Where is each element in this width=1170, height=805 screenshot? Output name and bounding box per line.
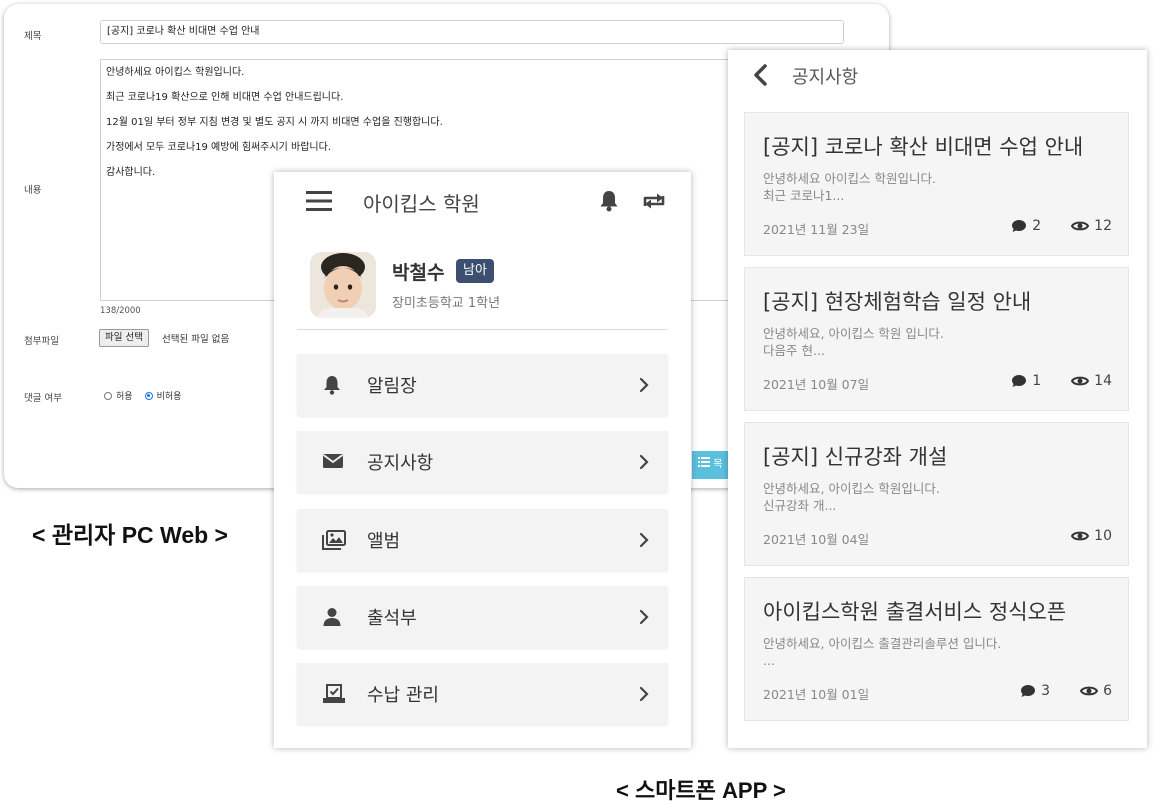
back-arrow-icon[interactable] (751, 63, 769, 87)
chevron-right-icon (639, 686, 649, 702)
app-main-screen: 아이킵스 학원 박철수 남아 장미초등학교 1학년 알림장 공지사항 앨범 출석… (274, 172, 691, 748)
chevron-right-icon (639, 609, 649, 625)
switch-arrows-icon[interactable] (641, 191, 667, 211)
bell-icon (322, 375, 342, 395)
notice-card[interactable]: [공지] 현장체험학습 일정 안내 안녕하세요, 아이킵스 학원 입니다. 다음… (744, 267, 1129, 411)
notice-card[interactable]: [공지] 신규강좌 개설 안녕하세요, 아이킵스 학원입니다. 신규강좌 개..… (744, 422, 1129, 566)
radio-allow-label: 허용 (116, 392, 133, 402)
comment-label: 댓글 여부 (24, 393, 62, 404)
notice-stats: 3 6 (1020, 683, 1112, 699)
view-count: 10 (1094, 528, 1112, 544)
notice-date: 2021년 10월 04일 (763, 532, 870, 547)
eye-icon (1079, 685, 1099, 697)
menu-item-album[interactable]: 앨범 (297, 509, 668, 571)
caption-app: < 스마트폰 APP > (616, 778, 786, 803)
notice-title: 아이킵스학원 출결서비스 정식오픈 (763, 600, 1067, 624)
eye-icon (1071, 375, 1090, 387)
envelope-icon (322, 452, 344, 470)
caption-admin: < 관리자 PC Web > (32, 522, 228, 548)
file-status: 선택된 파일 없음 (162, 334, 230, 345)
comment-radio-group: 허용 비허용 (104, 389, 181, 402)
student-name: 박철수 (392, 262, 445, 284)
profile-divider (297, 329, 668, 330)
student-school: 장미초등학교 1학년 (392, 296, 501, 311)
payment-icon (322, 684, 346, 704)
view-count: 6 (1103, 683, 1112, 699)
notice-stats: 1 14 (1011, 373, 1112, 389)
notice-title: [공지] 현장체험학습 일정 안내 (763, 290, 1032, 314)
chevron-right-icon (639, 532, 649, 548)
app-topbar: 아이킵스 학원 (274, 172, 691, 230)
chevron-right-icon (639, 454, 649, 470)
comment-icon (1011, 219, 1027, 233)
radio-disallow-label: 비허용 (156, 392, 182, 402)
notice-screen-title: 공지사항 (792, 67, 859, 88)
menu-item-payment[interactable]: 수납 관리 (297, 663, 668, 725)
menu-item-announcements[interactable]: 공지사항 (297, 431, 668, 493)
hamburger-menu-icon[interactable] (306, 190, 332, 212)
title-input[interactable]: [공지] 코로나 확산 비대면 수업 안내 (100, 20, 844, 44)
notice-excerpt: 안녕하세요, 아이킵스 출결관리솔루션 입니다. ... (763, 636, 1002, 668)
notice-screen: 공지사항 [공지] 코로나 확산 비대면 수업 안내 안녕하세요 아이킵스 학원… (728, 50, 1147, 748)
attachment-label: 첨부파일 (24, 336, 59, 347)
view-count: 14 (1094, 373, 1112, 389)
menu-item-label: 출석부 (367, 608, 417, 629)
radio-allow[interactable] (104, 391, 112, 400)
notice-title: [공지] 코로나 확산 비대면 수업 안내 (763, 135, 1084, 159)
menu-item-label: 알림장 (367, 376, 417, 397)
title-label: 제목 (24, 31, 42, 42)
menu-item-label: 공지사항 (367, 453, 434, 474)
notice-date: 2021년 10월 01일 (763, 687, 870, 702)
comment-count: 2 (1032, 218, 1042, 234)
notification-bell-icon[interactable] (599, 190, 619, 212)
chevron-right-icon (639, 377, 649, 393)
album-icon (322, 530, 346, 550)
menu-item-attendance[interactable]: 출석부 (297, 586, 668, 648)
eye-icon (1071, 220, 1090, 232)
list-icon (698, 457, 710, 467)
notice-excerpt: 안녕하세요, 아이킵스 학원 입니다. 다음주 현... (763, 326, 944, 358)
comment-count: 3 (1041, 683, 1051, 699)
comment-icon (1011, 374, 1027, 388)
content-label: 내용 (24, 185, 42, 196)
notice-stats: 10 (1071, 528, 1112, 544)
notice-title: [공지] 신규강좌 개설 (763, 445, 948, 469)
char-counter: 138/2000 (100, 306, 141, 316)
menu-item-label: 앨범 (367, 531, 401, 552)
notice-card[interactable]: [공지] 코로나 확산 비대면 수업 안내 안녕하세요 아이킵스 학원입니다. … (744, 112, 1129, 256)
notice-card[interactable]: 아이킵스학원 출결서비스 정식오픈 안녕하세요, 아이킵스 출결관리솔루션 입니… (744, 577, 1129, 721)
menu-item-notice-board[interactable]: 알림장 (297, 354, 668, 416)
comment-count: 1 (1032, 373, 1042, 389)
notice-stats: 2 12 (1011, 218, 1112, 234)
notice-date: 2021년 11월 23일 (763, 222, 870, 237)
radio-disallow[interactable] (144, 391, 153, 400)
notice-date: 2021년 10월 07일 (763, 377, 870, 392)
student-avatar (310, 252, 376, 318)
eye-icon (1071, 530, 1090, 542)
list-button-label: 목 (713, 459, 723, 470)
notice-excerpt: 안녕하세요 아이킵스 학원입니다. 최근 코로나1... (763, 171, 936, 203)
app-title: 아이킵스 학원 (363, 192, 480, 216)
notice-excerpt: 안녕하세요, 아이킵스 학원입니다. 신규강좌 개... (763, 481, 940, 513)
view-count: 12 (1094, 218, 1112, 234)
comment-icon (1020, 684, 1036, 698)
file-select-button[interactable]: 파일 선택 (99, 329, 149, 347)
person-icon (322, 607, 342, 627)
gender-badge: 남아 (456, 259, 494, 283)
menu-item-label: 수납 관리 (367, 685, 439, 706)
